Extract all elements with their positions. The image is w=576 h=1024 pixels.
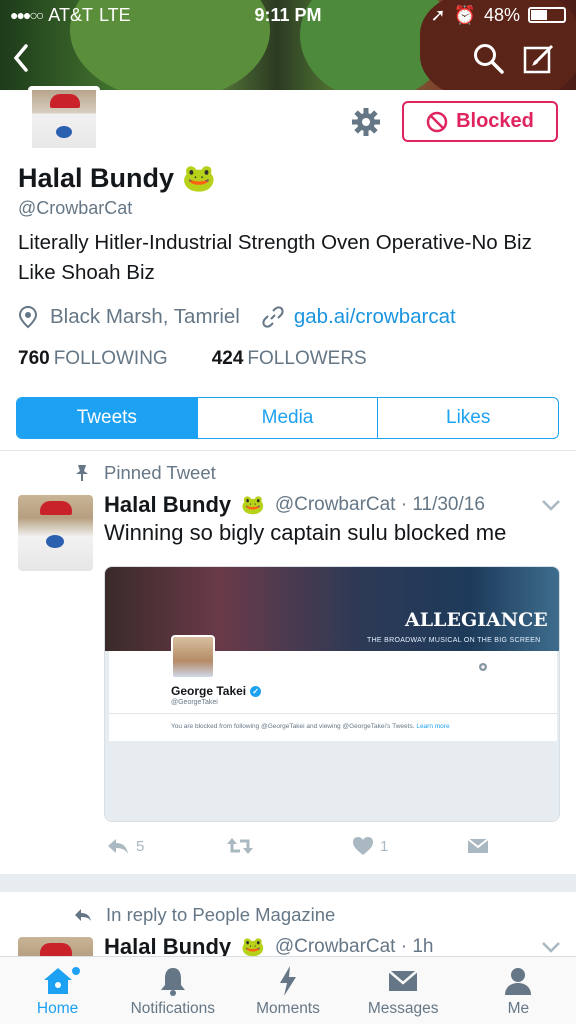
media-brand-text: ALLEGIANCE [405, 609, 548, 631]
profile-avatar[interactable] [28, 86, 100, 152]
nav-home[interactable]: Home [0, 957, 115, 1024]
followers-count[interactable]: 424 FOLLOWERS [212, 348, 367, 370]
link-icon [262, 306, 284, 328]
alarm-icon: ⏰ [453, 4, 476, 25]
bell-icon [160, 968, 185, 996]
tweet-avatar[interactable] [18, 495, 93, 571]
media-subtitle-text: THE BROADWAY MUSICAL ON THE BIG SCREEN [367, 637, 541, 644]
profile-bio: Literally Hitler-Industrial Strength Ove… [18, 231, 532, 284]
reply-context-text[interactable]: In reply to People Magazine [106, 904, 335, 926]
tab-tweets[interactable]: Tweets [17, 398, 197, 438]
divider [0, 450, 576, 451]
profile-handle: @CrowbarCat [18, 198, 133, 218]
search-icon[interactable] [472, 42, 506, 76]
media-account-handle: @GeorgeTakei [171, 699, 218, 706]
reply-count: 5 [136, 837, 145, 855]
tweet-author-name[interactable]: Halal Bundy [104, 492, 231, 518]
retweet-icon [227, 838, 253, 854]
tweet-author-handle: @CrowbarCat · 11/30/16 [274, 494, 485, 515]
tweet-actions: 5 1 [106, 836, 496, 864]
network-label: LTE [98, 4, 131, 25]
lightning-icon [280, 966, 296, 996]
notification-dot [72, 967, 80, 975]
reply-icon [75, 909, 91, 921]
nav-me[interactable]: Me [461, 957, 576, 1024]
person-icon [505, 968, 532, 995]
signal-icon: ●●●○○ [10, 7, 44, 23]
chevron-down-icon[interactable] [540, 498, 562, 512]
tab-media[interactable]: Media [196, 398, 378, 438]
profile-name-text: Halal Bundy [18, 162, 175, 193]
verified-badge-icon: ✓ [250, 685, 262, 697]
profile-meta: Black Marsh, Tamriel gab.ai/crowbarcat [18, 305, 456, 329]
tab-likes[interactable]: Likes [377, 398, 558, 438]
profile-tabs: Tweets Media Likes [16, 397, 559, 439]
frog-emoji-icon: 🐸 [182, 163, 216, 193]
tweet-separator [0, 874, 576, 892]
nav-messages[interactable]: Messages [346, 957, 461, 1024]
battery-icon [528, 7, 566, 23]
media-avatar [171, 635, 215, 679]
carrier-label: AT&T [48, 4, 93, 25]
home-icon [43, 968, 72, 994]
blocked-button[interactable]: Blocked [402, 101, 558, 142]
retweet-button[interactable] [226, 836, 254, 856]
envelope-icon [467, 838, 489, 853]
pin-icon [76, 465, 88, 481]
status-bar: ●●●○○ AT&T LTE 9:11 PM ➚ ⏰ 48% [0, 0, 576, 30]
profile-location: Black Marsh, Tamriel [50, 305, 240, 328]
frog-emoji-icon: 🐸 [241, 495, 265, 516]
tweet-text: Winning so bigly captain sulu blocked me [104, 520, 507, 545]
profile-name: Halal Bundy 🐸 [18, 162, 216, 194]
blocked-label: Blocked [456, 110, 534, 132]
gear-icon[interactable] [350, 106, 382, 138]
pinned-tweet-label: Pinned Tweet [74, 462, 216, 484]
like-button[interactable]: 1 [352, 836, 388, 856]
nav-moments[interactable]: Moments [230, 957, 345, 1024]
location-pin-icon [18, 305, 38, 329]
chevron-down-icon[interactable] [540, 940, 562, 954]
media-account-name: George Takei ✓ [171, 684, 262, 698]
reply-icon [108, 839, 128, 854]
location-arrow-icon: ➚ [430, 4, 446, 25]
bottom-tab-bar: Home Notifications Moments Messages Me [0, 956, 576, 1024]
media-profile-card: George Takei ✓ @GeorgeTakei You are block… [109, 635, 557, 741]
tweet-header: Halal Bundy 🐸 @CrowbarCat · 11/30/16 [104, 492, 485, 518]
pinned-label-text: Pinned Tweet [104, 462, 216, 483]
nav-notifications[interactable]: Notifications [115, 957, 230, 1024]
follow-counts: 760 FOLLOWING 424 FOLLOWERS [18, 348, 367, 370]
profile-url-link[interactable]: gab.ai/crowbarcat [294, 305, 456, 329]
heart-icon [353, 837, 373, 855]
battery-percent: 48% [483, 4, 520, 25]
reply-context: In reply to People Magazine [74, 904, 335, 926]
reply-button[interactable]: 5 [106, 836, 144, 856]
tweet-avatar[interactable] [18, 937, 93, 957]
compose-icon[interactable] [522, 42, 556, 76]
like-count: 1 [380, 837, 389, 855]
gear-icon [479, 663, 487, 671]
envelope-icon [388, 970, 419, 991]
back-arrow-icon[interactable] [10, 40, 32, 82]
tweet-author-handle: @CrowbarCat · 1h [274, 936, 434, 957]
following-count[interactable]: 760 FOLLOWING [18, 348, 168, 370]
ban-icon [426, 111, 448, 132]
media-blocked-notice: You are blocked from following @GeorgeTa… [171, 723, 450, 730]
tweet-media-image[interactable]: ALLEGIANCE THE BROADWAY MUSICAL ON THE B… [104, 566, 560, 822]
direct-message-button[interactable] [466, 836, 490, 856]
